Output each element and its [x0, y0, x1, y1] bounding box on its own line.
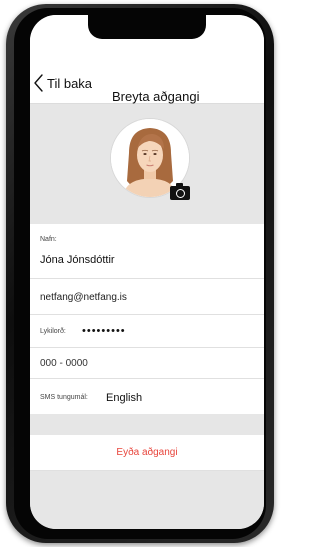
camera-icon[interactable] — [170, 183, 190, 200]
email-value: netfang@netfang.is — [40, 292, 127, 303]
section-spacer — [30, 414, 264, 435]
password-value: ••••••••• — [82, 325, 126, 337]
password-field[interactable]: Lykilorð: ••••••••• — [30, 315, 264, 348]
password-label: Lykilorð: — [40, 328, 66, 335]
account-form: Nafn: Jóna Jónsdóttir netfang@netfang.is… — [30, 224, 264, 414]
sms-language-label: SMS tungumál: — [40, 394, 88, 401]
back-button[interactable]: Til baka — [32, 73, 92, 93]
sms-language-field[interactable]: SMS tungumál: English — [30, 379, 264, 414]
app-screen: Til baka Breyta aðgangi Nafn: Jóna Jónsd… — [30, 15, 264, 529]
navigation-bar: Til baka Breyta aðgangi — [30, 59, 264, 104]
chevron-left-icon — [32, 73, 46, 93]
phone-value: 000 - 0000 — [40, 358, 88, 369]
bottom-spacer — [30, 471, 264, 529]
status-bar — [30, 15, 264, 59]
page-title: Breyta aðgangi — [112, 89, 200, 104]
name-field[interactable]: Nafn: Jóna Jónsdóttir — [30, 224, 264, 279]
profile-header — [30, 104, 264, 224]
phone-field[interactable]: 000 - 0000 — [30, 348, 264, 379]
name-value: Jóna Jónsdóttir — [40, 254, 115, 266]
delete-section: Eyða aðgangi — [30, 435, 264, 471]
phone-notch — [88, 15, 206, 39]
email-field[interactable]: netfang@netfang.is — [30, 279, 264, 315]
name-label: Nafn: — [40, 236, 57, 243]
delete-account-button[interactable]: Eyða aðgangi — [30, 435, 264, 470]
sms-language-value: English — [106, 392, 143, 404]
back-label: Til baka — [47, 75, 93, 91]
